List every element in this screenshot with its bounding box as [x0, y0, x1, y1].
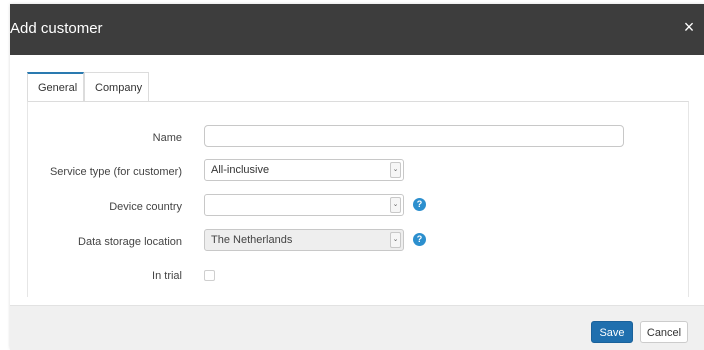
close-icon[interactable]: × [681, 18, 697, 36]
device-country-help-icon[interactable]: ? [413, 198, 426, 211]
device-country-label: Device country [109, 201, 182, 213]
device-country-select[interactable]: ⌄ [204, 194, 404, 216]
name-input[interactable] [204, 125, 624, 147]
service-type-label: Service type (for customer) [49, 166, 182, 178]
dialog-titlebar: Add customer × [10, 4, 704, 55]
dialog-title: Add customer [10, 20, 103, 37]
service-type-value: All-inclusive [211, 164, 270, 176]
chevron-down-icon: ⌄ [390, 232, 401, 248]
name-label: Name [152, 132, 182, 144]
chevron-down-icon: ⌄ [390, 197, 401, 213]
dialog-footer: Save Cancel [10, 305, 704, 350]
add-customer-dialog: Add customer × General Company Name Serv… [10, 4, 704, 350]
service-type-select[interactable]: All-inclusive ⌄ [204, 159, 404, 181]
tab-panel: General Company Name Service type (for c… [27, 72, 689, 297]
tab-general[interactable]: General [27, 72, 84, 102]
in-trial-label: In trial [152, 270, 182, 282]
in-trial-checkbox[interactable] [204, 270, 215, 281]
data-storage-select: The Netherlands ⌄ [204, 229, 404, 251]
tab-bar: General Company [27, 72, 689, 102]
cancel-button[interactable]: Cancel [640, 321, 688, 343]
general-tab-content: Name Service type (for customer) All-inc… [27, 101, 689, 297]
tab-company[interactable]: Company [84, 72, 149, 102]
save-button[interactable]: Save [591, 321, 633, 343]
chevron-down-icon: ⌄ [390, 162, 401, 178]
data-storage-value: The Netherlands [211, 234, 293, 246]
data-storage-label: Data storage location [78, 236, 182, 248]
data-storage-help-icon[interactable]: ? [413, 233, 426, 246]
